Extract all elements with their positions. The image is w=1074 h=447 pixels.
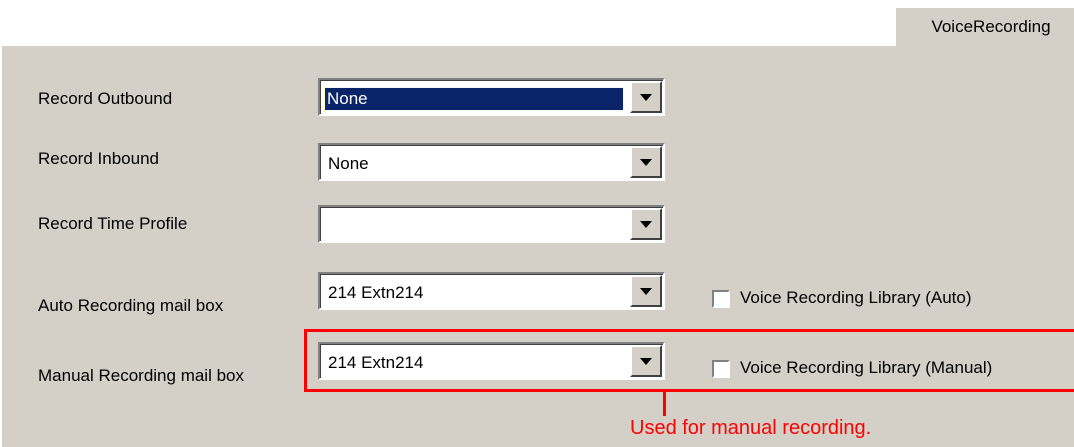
record-outbound-label: Record Outbound: [38, 89, 173, 108]
annotation-pointer-line: [663, 392, 666, 416]
chevron-down-icon: [640, 158, 652, 166]
chevron-down-icon: [640, 220, 652, 228]
record-inbound-label: Record Inbound: [38, 149, 159, 168]
tab-voicerecording[interactable]: VoiceRecording: [894, 6, 1074, 46]
auto-recording-mailbox-value: 214 Extn214: [328, 283, 424, 302]
chevron-down-icon: [640, 287, 652, 295]
record-outbound-dropdown-button[interactable]: [630, 81, 662, 113]
record-time-profile-label: Record Time Profile: [38, 214, 188, 233]
annotation-note: Used for manual recording.: [630, 417, 872, 439]
voice-recording-library-auto-checkbox[interactable]: [712, 290, 730, 308]
record-inbound-select[interactable]: None: [318, 143, 665, 181]
manual-recording-mailbox-label: Manual Recording mail box: [38, 366, 244, 385]
chevron-down-icon: [640, 93, 652, 101]
record-inbound-value: None: [328, 154, 369, 173]
auto-recording-mailbox-dropdown-button[interactable]: [630, 275, 662, 307]
tab-label: VoiceRecording: [931, 17, 1051, 36]
record-time-profile-select[interactable]: [318, 205, 665, 243]
record-time-profile-dropdown-button[interactable]: [630, 208, 662, 240]
manual-recording-highlight-box: [304, 329, 1074, 392]
record-time-profile-value: [326, 215, 330, 237]
auto-recording-mailbox-select[interactable]: 214 Extn214: [318, 272, 665, 310]
record-inbound-dropdown-button[interactable]: [630, 146, 662, 178]
record-outbound-value: None: [324, 87, 624, 111]
record-outbound-select[interactable]: None: [318, 78, 665, 116]
auto-recording-mailbox-label: Auto Recording mail box: [38, 296, 224, 315]
voice-recording-library-auto-label: Voice Recording Library (Auto): [740, 288, 972, 307]
